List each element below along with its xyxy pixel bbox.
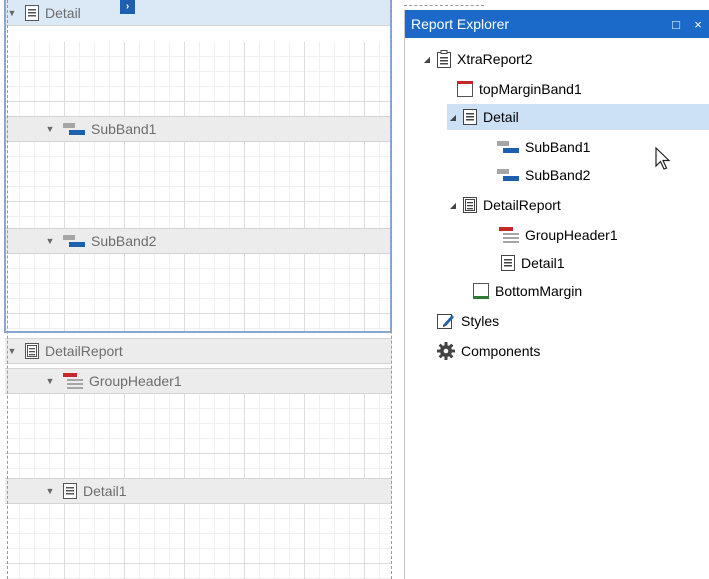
report-explorer-header: Report Explorer □ × bbox=[405, 10, 709, 38]
subband-icon bbox=[63, 122, 85, 136]
gear-icon bbox=[437, 342, 455, 360]
band-label: SubBand1 bbox=[91, 121, 157, 137]
tree-expand-icon[interactable]: ◢ bbox=[421, 55, 433, 64]
tree-item-detailreport[interactable]: ◢ DetailReport bbox=[447, 192, 561, 218]
tree-item-label: SubBand2 bbox=[525, 167, 591, 183]
subband-icon bbox=[497, 168, 519, 182]
collapse-arrow-icon[interactable]: ▼ bbox=[43, 236, 57, 246]
group-header-icon bbox=[63, 373, 83, 389]
detail-band-icon bbox=[63, 483, 77, 499]
tree-item-topmarginband1[interactable]: topMarginBand1 bbox=[457, 76, 582, 102]
panel-title: Report Explorer bbox=[411, 16, 510, 32]
subband-icon bbox=[63, 234, 85, 248]
report-explorer-panel: Report Explorer □ × ◢ XtraReport2 topMar… bbox=[404, 10, 709, 579]
detail-report-icon bbox=[463, 197, 477, 213]
tree-item-label: GroupHeader1 bbox=[525, 227, 618, 243]
band-label: GroupHeader1 bbox=[89, 373, 182, 389]
band-header-detail1[interactable]: ▼ Detail1 bbox=[5, 478, 392, 504]
tree-item-label: Styles bbox=[461, 313, 500, 329]
collapse-arrow-icon[interactable]: ▼ bbox=[43, 486, 57, 496]
close-icon[interactable]: × bbox=[687, 17, 709, 32]
tree-item-label: Detail1 bbox=[521, 255, 565, 271]
subband-icon bbox=[497, 140, 519, 154]
page-margin-line bbox=[7, 0, 8, 579]
detail-report-icon bbox=[25, 343, 39, 359]
page-margin-line bbox=[391, 0, 392, 579]
maximize-icon[interactable]: □ bbox=[665, 17, 687, 32]
band-label: SubBand2 bbox=[91, 233, 157, 249]
groupheader1-area[interactable] bbox=[5, 394, 392, 478]
detail-band-area[interactable] bbox=[5, 42, 392, 116]
tree-item-subband1[interactable]: SubBand1 bbox=[497, 134, 590, 160]
styles-icon bbox=[437, 312, 455, 330]
band-header-groupheader1[interactable]: ▼ GroupHeader1 bbox=[5, 368, 392, 394]
tree-item-components[interactable]: Components bbox=[437, 338, 540, 364]
band-header-subband1[interactable]: ▼ SubBand1 bbox=[5, 116, 392, 142]
tree-item-label: Detail bbox=[483, 109, 519, 125]
band-header-detail[interactable]: ▼ Detail bbox=[5, 0, 392, 26]
panel-outline bbox=[404, 5, 484, 6]
band-header-detailreport[interactable]: ▼ DetailReport bbox=[5, 338, 392, 364]
report-designer-surface[interactable]: ▼ Detail › ▼ SubBand1 ▼ SubBand2 ▼ Detai… bbox=[0, 0, 398, 579]
detail-band-icon bbox=[501, 255, 515, 271]
top-margin-icon bbox=[457, 81, 473, 97]
smart-tag-button[interactable]: › bbox=[120, 0, 135, 14]
detail1-area[interactable] bbox=[5, 504, 392, 579]
collapse-arrow-icon[interactable]: ▼ bbox=[43, 124, 57, 134]
tree-item-bottommargin[interactable]: BottomMargin bbox=[473, 278, 582, 304]
mouse-cursor-icon bbox=[655, 146, 671, 176]
subband2-area[interactable] bbox=[5, 254, 392, 333]
tree-expand-icon[interactable]: ◢ bbox=[447, 113, 459, 122]
band-label: Detail1 bbox=[83, 483, 127, 499]
group-header-icon bbox=[499, 227, 519, 243]
tree-item-label: XtraReport2 bbox=[457, 51, 533, 67]
tree-item-label: SubBand1 bbox=[525, 139, 591, 155]
tree-item-label: Components bbox=[461, 343, 541, 359]
band-header-subband2[interactable]: ▼ SubBand2 bbox=[5, 228, 392, 254]
tree-item-detail1[interactable]: Detail1 bbox=[501, 250, 565, 276]
detail-band-icon bbox=[463, 109, 477, 125]
report-icon bbox=[437, 50, 451, 68]
band-label: DetailReport bbox=[45, 343, 123, 359]
tree-item-subband2[interactable]: SubBand2 bbox=[497, 162, 590, 188]
tree-item-label: topMarginBand1 bbox=[479, 81, 582, 97]
detail-band-icon bbox=[25, 4, 39, 21]
subband1-area[interactable] bbox=[5, 142, 392, 228]
tree-expand-icon[interactable]: ◢ bbox=[447, 201, 459, 210]
tree-item-detail[interactable]: ◢ Detail bbox=[447, 104, 709, 130]
tree-item-label: DetailReport bbox=[483, 197, 561, 213]
tree-item-label: BottomMargin bbox=[495, 283, 583, 299]
collapse-arrow-icon[interactable]: ▼ bbox=[43, 376, 57, 386]
band-label: Detail bbox=[45, 4, 81, 21]
tree-item-groupheader1[interactable]: GroupHeader1 bbox=[499, 222, 618, 248]
bottom-margin-icon bbox=[473, 283, 489, 299]
tree-item-styles[interactable]: Styles bbox=[437, 308, 499, 334]
tree-item-xtrareport2[interactable]: ◢ XtraReport2 bbox=[421, 46, 532, 72]
